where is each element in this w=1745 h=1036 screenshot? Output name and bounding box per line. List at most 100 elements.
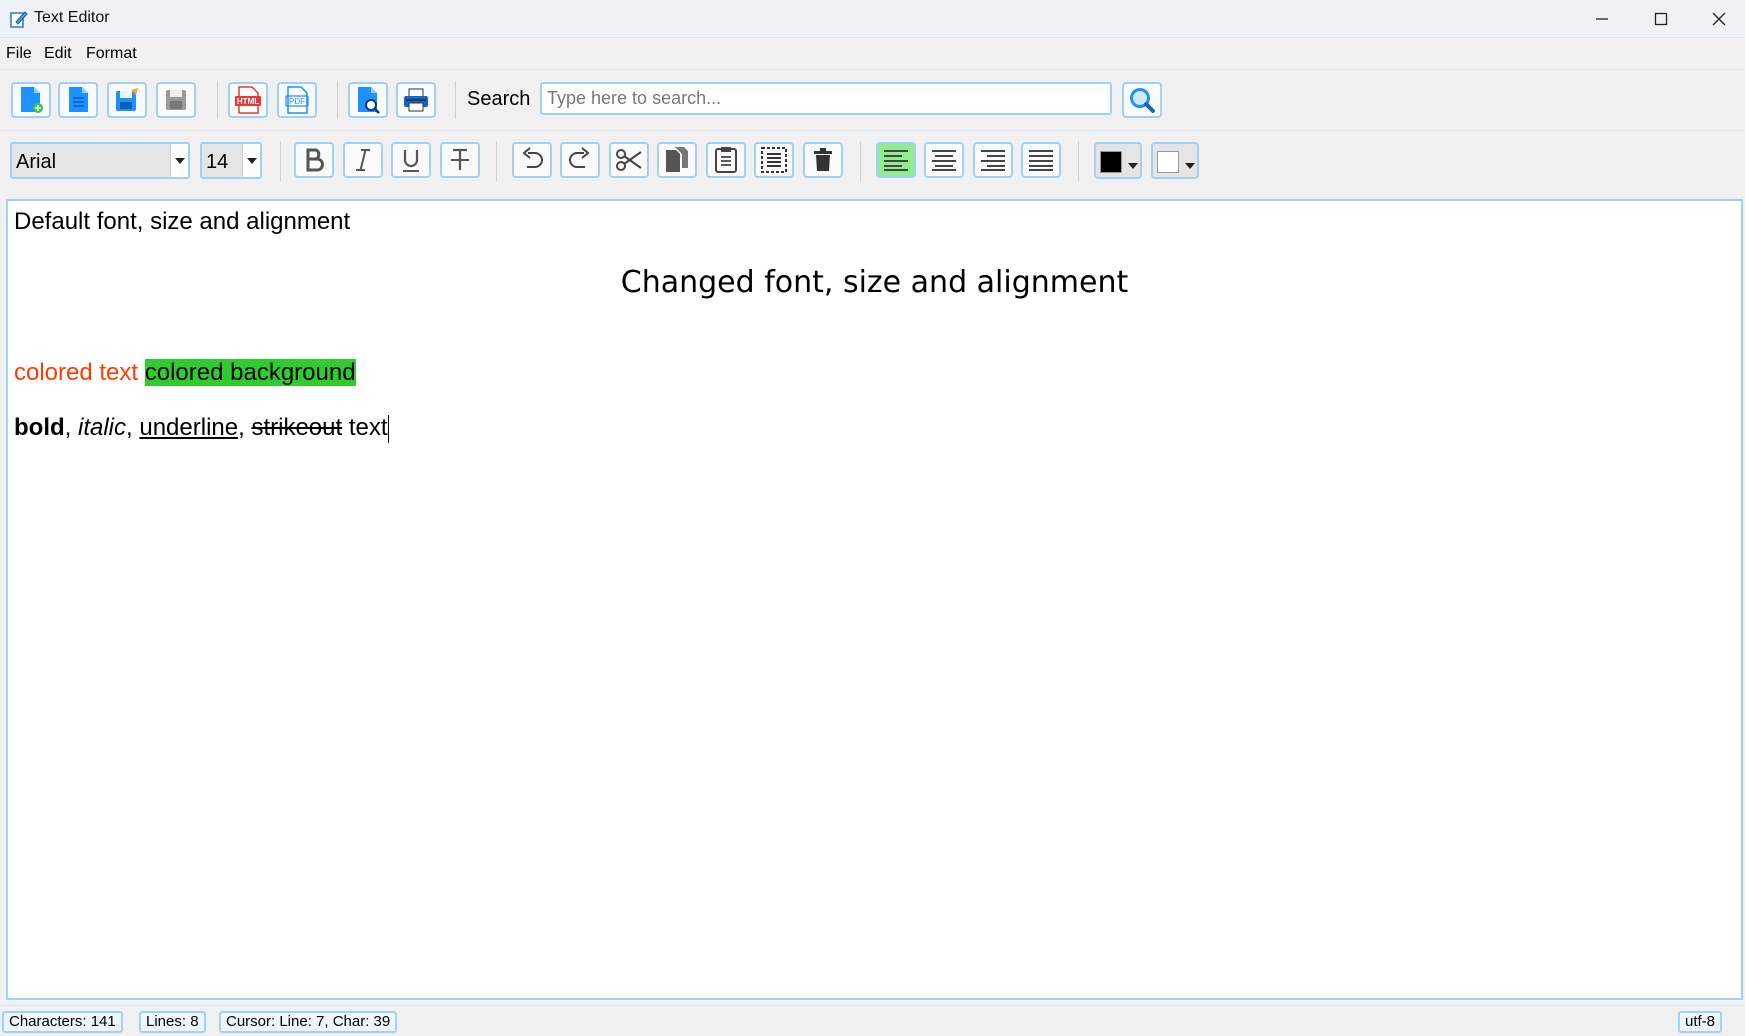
notepad-icon <box>10 10 28 28</box>
menu-file[interactable]: File <box>6 45 32 63</box>
separator <box>860 141 861 181</box>
undo-button[interactable] <box>512 142 552 178</box>
bold-button[interactable] <box>294 142 334 178</box>
paste-icon <box>715 147 737 173</box>
bold-icon <box>306 148 324 172</box>
menu-format[interactable]: Format <box>86 45 137 63</box>
minimize-icon <box>1596 18 1608 20</box>
paste-button[interactable] <box>706 142 746 178</box>
strikeout-text-span: strikeout <box>251 414 343 441</box>
search-input[interactable] <box>540 82 1112 115</box>
select-all-icon <box>761 147 787 173</box>
maximize-button[interactable] <box>1632 0 1690 38</box>
save-button[interactable] <box>156 82 196 118</box>
cut-button[interactable] <box>609 142 649 178</box>
separator <box>1078 141 1079 181</box>
export-html-label: HTML <box>237 97 259 106</box>
minimize-button[interactable] <box>1573 0 1631 38</box>
scissors-icon <box>616 149 642 171</box>
chevron-down-icon <box>1185 156 1195 174</box>
separator <box>496 141 497 181</box>
status-bar: Characters: 141 Lines: 8 Cursor: Line: 7… <box>0 1005 1745 1036</box>
underline-icon <box>403 150 419 172</box>
save-icon <box>166 90 186 110</box>
align-justify-icon <box>1029 150 1053 171</box>
trash-icon <box>814 148 832 171</box>
align-left-icon <box>884 150 908 171</box>
export-pdf-button[interactable]: PDF <box>277 82 317 118</box>
separator <box>280 141 281 181</box>
search-label: Search <box>467 88 531 110</box>
text-cursor <box>387 414 389 443</box>
open-file-icon <box>69 87 88 112</box>
print-preview-button[interactable] <box>348 82 388 118</box>
window-title: Text Editor <box>34 9 110 26</box>
chevron-down-icon <box>170 144 188 177</box>
font-size-value: 14 <box>206 151 229 173</box>
chevron-down-icon <box>242 144 260 177</box>
title-bar: Text Editor <box>0 0 1745 38</box>
close-button[interactable] <box>1690 0 1745 38</box>
italic-button[interactable] <box>343 142 383 178</box>
encoding-indicator: utf-8 <box>1678 1011 1723 1033</box>
print-icon <box>404 88 428 112</box>
text-editor-area[interactable]: Default font, size and alignment Changed… <box>6 199 1743 1000</box>
underline-button[interactable] <box>391 142 431 178</box>
redo-button[interactable] <box>560 142 600 178</box>
background-color-button[interactable] <box>1151 142 1199 179</box>
align-center-button[interactable] <box>924 142 964 178</box>
close-icon <box>1712 12 1726 26</box>
italic-icon <box>356 149 370 171</box>
save-as-button[interactable] <box>107 82 147 118</box>
export-html-icon: HTML <box>235 86 261 114</box>
save-as-icon <box>116 88 138 111</box>
align-left-button[interactable] <box>876 142 916 178</box>
editor-line-changed-font: Changed font, size and alignment <box>620 265 1129 300</box>
trailing-text-span: text <box>342 414 388 441</box>
character-count: Characters: 141 <box>2 1011 123 1033</box>
colored-text-span: colored text <box>14 359 139 386</box>
undo-icon <box>522 147 543 168</box>
open-file-button[interactable] <box>58 82 98 118</box>
print-preview-icon <box>358 87 380 114</box>
export-pdf-icon: PDF <box>285 86 309 114</box>
search-button[interactable] <box>1122 82 1162 118</box>
menu-bar: File Edit Format <box>0 39 1745 70</box>
align-center-icon <box>932 150 956 171</box>
select-all-button[interactable] <box>754 142 794 178</box>
separator <box>455 81 456 119</box>
text-color-swatch <box>1100 151 1122 173</box>
font-size-select[interactable]: 14 <box>200 142 262 179</box>
copy-button[interactable] <box>657 142 697 178</box>
editor-line-styles: bold, italic, underline, strikeout text <box>14 414 389 443</box>
font-family-value: Arial <box>16 151 57 173</box>
copy-icon <box>666 147 688 172</box>
strikeout-icon <box>451 148 469 170</box>
new-file-icon <box>21 87 43 113</box>
bold-text-span: bold <box>14 414 65 441</box>
separator <box>217 81 218 119</box>
align-right-button[interactable] <box>973 142 1013 178</box>
justify-button[interactable] <box>1021 142 1061 178</box>
new-file-button[interactable] <box>11 82 51 118</box>
align-right-icon <box>981 150 1005 171</box>
print-button[interactable] <box>396 82 436 118</box>
redo-icon <box>569 147 590 168</box>
menu-edit[interactable]: Edit <box>44 45 72 63</box>
comma-separator: , <box>64 414 78 441</box>
background-color-swatch <box>1157 151 1179 173</box>
maximize-icon <box>1654 12 1668 26</box>
delete-button[interactable] <box>803 142 843 178</box>
line-count: Lines: 8 <box>139 1011 206 1033</box>
cursor-position: Cursor: Line: 7, Char: 39 <box>219 1011 398 1033</box>
colored-background-span: colored background <box>144 359 356 386</box>
format-toolbar: Arial 14 <box>0 132 1745 195</box>
text-color-button[interactable] <box>1094 142 1142 179</box>
editor-line-colors: colored text colored background <box>14 359 356 387</box>
comma-separator: , <box>126 414 140 441</box>
strikeout-button[interactable] <box>440 142 480 178</box>
font-family-select[interactable]: Arial <box>10 142 190 179</box>
comma-separator: , <box>238 414 252 441</box>
separator <box>337 81 338 119</box>
export-html-button[interactable]: HTML <box>228 82 268 118</box>
